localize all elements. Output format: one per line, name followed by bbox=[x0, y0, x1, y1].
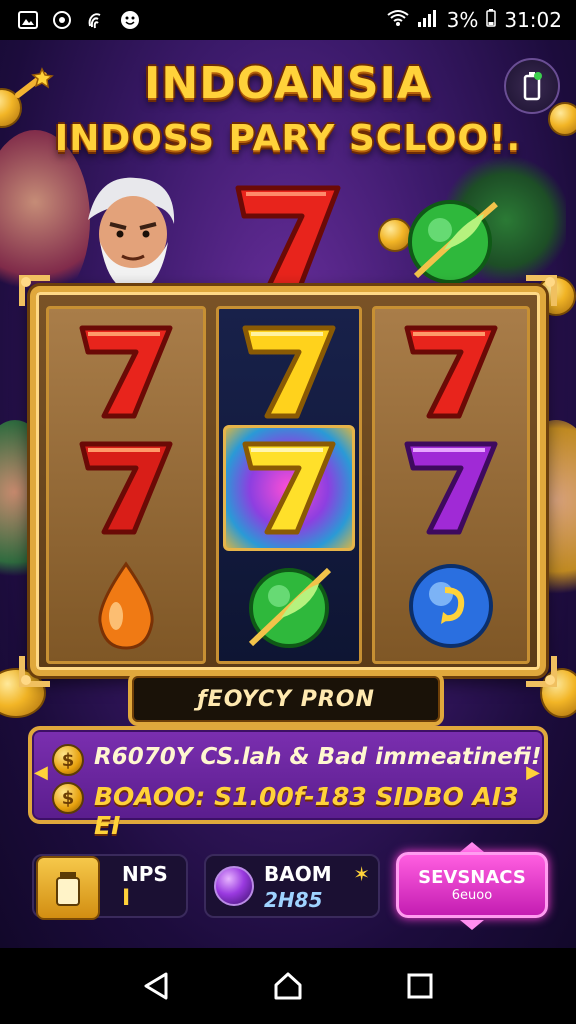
circle-icon bbox=[52, 10, 72, 30]
home-icon bbox=[274, 972, 302, 1000]
baom-label: BAOM bbox=[264, 862, 332, 886]
nps-value: I bbox=[122, 886, 131, 911]
recents-icon bbox=[407, 973, 433, 999]
signal-icon bbox=[417, 8, 439, 32]
clock: 31:02 bbox=[504, 8, 562, 32]
purple-orb-icon bbox=[214, 866, 254, 906]
game-subtitle: INDOSS PARY SCLOO!. bbox=[54, 118, 522, 159]
gallery-icon bbox=[18, 10, 38, 30]
wizard-character-icon bbox=[78, 170, 188, 296]
reel-2 bbox=[216, 306, 362, 664]
status-right: 3% 31:02 bbox=[387, 8, 562, 32]
back-icon bbox=[144, 972, 168, 1000]
spin-label: SEVSNACS bbox=[418, 867, 526, 888]
coin-info-icon: $ bbox=[52, 782, 84, 814]
info-line-2: BOAOO: S1.00f-183 SIDBO AI3 EI bbox=[94, 782, 519, 840]
green-leaf-orb-icon bbox=[404, 190, 504, 290]
banner-text: ƒEOYCY PRON bbox=[197, 686, 375, 712]
baom-value: 2H85 bbox=[264, 888, 323, 912]
purple-seven-symbol-icon bbox=[375, 429, 527, 547]
result-banner: ƒEOYCY PRON bbox=[128, 672, 444, 726]
reel-1 bbox=[46, 306, 206, 664]
info-panel: ◀ ▶ $ $ R6070Y CS.lah & Bad immeatinefi!… bbox=[28, 726, 548, 840]
reel-3 bbox=[372, 306, 530, 664]
star-icon: ✶ bbox=[353, 862, 370, 886]
spin-button[interactable]: SEVSNACS 6euoo bbox=[396, 852, 548, 918]
red-seven-symbol-icon bbox=[49, 313, 203, 431]
blue-orb-symbol-icon bbox=[375, 547, 527, 661]
big-seven-icon bbox=[228, 180, 348, 298]
left-arrow-icon[interactable]: ◀ bbox=[34, 762, 48, 783]
game-title: INDOANSIA bbox=[144, 58, 432, 109]
gold-seven-symbol-icon bbox=[219, 429, 359, 547]
battery-text: 3% bbox=[446, 8, 479, 32]
status-left-icons bbox=[18, 10, 140, 30]
nav-home-button[interactable] bbox=[268, 966, 308, 1006]
orange-drop-symbol-icon bbox=[49, 547, 203, 661]
emoji-icon bbox=[120, 10, 140, 30]
nps-box[interactable]: NPS I bbox=[32, 854, 188, 920]
gold-seven-symbol-icon bbox=[219, 313, 359, 431]
coin-info-icon: $ bbox=[52, 744, 84, 776]
frame-corner-ornament bbox=[526, 275, 557, 306]
nps-label: NPS bbox=[122, 862, 168, 886]
baom-box[interactable]: BAOM 2H85 ✶ bbox=[204, 854, 380, 918]
wifi-icon bbox=[387, 8, 409, 32]
green-leaf-symbol-icon bbox=[219, 547, 359, 661]
red-seven-symbol-icon bbox=[375, 313, 527, 431]
nav-back-button[interactable] bbox=[136, 966, 176, 1006]
system-nav-bar bbox=[0, 948, 576, 1024]
bottom-control-bar: NPS I BAOM 2H85 ✶ SEVSNACS 6euoo bbox=[0, 840, 576, 948]
spin-sublabel: 6euoo bbox=[451, 888, 493, 903]
spin-down-arrow-icon bbox=[460, 920, 484, 930]
reel-frame bbox=[19, 275, 557, 687]
fingerprint-icon bbox=[86, 10, 106, 30]
status-bar: 3% 31:02 bbox=[0, 0, 576, 40]
red-seven-symbol-icon bbox=[49, 429, 203, 547]
info-line-1: R6070Y CS.lah & Bad immeatinefi! bbox=[94, 744, 542, 770]
slot-game: INDOANSIA INDOSS PARY SCLOO!. ƒEOYCY PRO… bbox=[0, 40, 576, 948]
spin-up-arrow-icon bbox=[460, 842, 484, 852]
battery-icon bbox=[486, 8, 497, 32]
jar-icon bbox=[36, 856, 100, 920]
frame-corner-ornament bbox=[19, 275, 50, 306]
nav-recents-button[interactable] bbox=[400, 966, 440, 1006]
